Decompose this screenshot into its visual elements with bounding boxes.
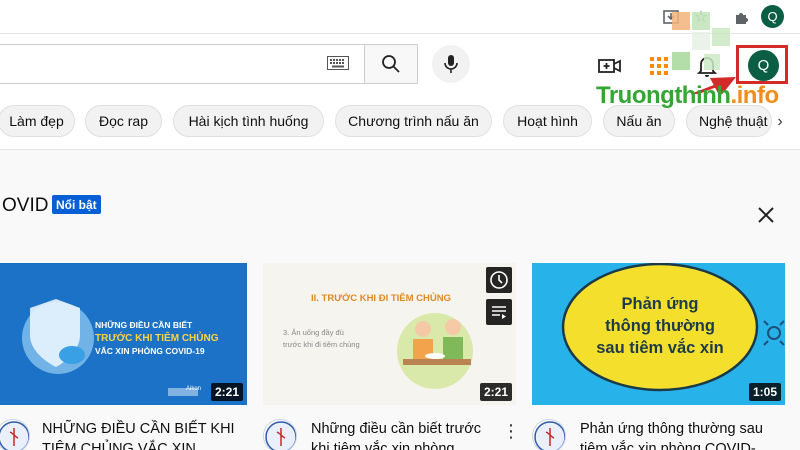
video-3-title-line1: Phản ứng thông thường sau xyxy=(580,421,763,437)
duration-badge: 2:21 xyxy=(210,383,243,401)
video-3-title-line2: tiêm vắc xin phòng COVID- xyxy=(580,441,756,450)
video-1-title-line1: NHỮNG ĐIỀU CẦN BIẾT KHI xyxy=(42,421,235,437)
close-icon[interactable] xyxy=(755,204,777,226)
keyboard-icon[interactable] xyxy=(327,56,349,70)
video-thumbnail-2[interactable]: II. TRƯỚC KHI ĐI TIÊM CHỦNG 3. Ăn uống đ… xyxy=(263,263,516,405)
channel-avatar-3[interactable] xyxy=(532,419,566,450)
thumb2-sub1: 3. Ăn uống đầy đủ xyxy=(283,328,344,337)
thumbnail-3-text: Phản ứng thông thường sau tiêm vắc xin xyxy=(572,293,748,359)
channel-avatar-2[interactable] xyxy=(263,419,297,450)
thumb2-heading: II. TRƯỚC KHI ĐI TIÊM CHỦNG xyxy=(311,293,452,304)
account-avatar[interactable]: Q xyxy=(748,50,779,81)
chip-doc-rap[interactable]: Đọc rap xyxy=(85,105,162,137)
thumb3-line1: Phản ứng xyxy=(621,295,699,313)
thumb2-sub2: trước khi đi tiêm chủng xyxy=(283,340,360,349)
video-1-title-line2: TIÊM CHỦNG VẮC XIN xyxy=(42,441,196,450)
clock-icon xyxy=(490,271,508,289)
duration-badge: 1:05 xyxy=(748,383,781,401)
watermark-part2: .info xyxy=(730,82,779,109)
thumb2-subtext: 3. Ăn uống đầy đủ trước khi đi tiêm chủn… xyxy=(283,327,360,351)
queue-icon xyxy=(492,306,506,319)
search-input[interactable] xyxy=(0,44,364,84)
watermark-part1: Truongthinh xyxy=(596,82,731,109)
chevron-right-icon[interactable]: › xyxy=(770,112,790,132)
more-options-icon[interactable]: ⋮ xyxy=(502,420,520,442)
ministry-logo-icon xyxy=(0,421,29,450)
watch-later-button[interactable] xyxy=(486,267,512,293)
featured-badge: Nổi bật xyxy=(52,195,101,214)
ministry-logo-icon xyxy=(265,421,296,450)
video-thumbnail-1[interactable]: NHỮNG ĐIỀU CẦN BIẾT TRƯỚC KHI TIÊM CHỦNG… xyxy=(0,263,247,405)
chip-chuong-trinh-nau-an[interactable]: Chương trình nấu ăn xyxy=(335,105,492,137)
thumb3-line2: thông thường xyxy=(605,317,715,335)
microphone-icon xyxy=(444,55,458,73)
watermark-text: Truongthinh.info xyxy=(596,82,779,110)
browser-profile-avatar[interactable]: Q xyxy=(761,5,784,28)
add-to-queue-button[interactable] xyxy=(486,299,512,325)
chip-hoat-hinh[interactable]: Hoạt hình xyxy=(503,105,592,137)
create-video-icon[interactable] xyxy=(598,54,622,78)
thumb1-brand: Aikon xyxy=(186,386,202,392)
channel-avatar-1[interactable] xyxy=(0,419,30,450)
voice-search-button[interactable] xyxy=(432,45,470,83)
search-button[interactable] xyxy=(364,44,418,84)
video-2-title-line2: khi tiêm vắc xin phòng xyxy=(311,441,455,450)
watermark-logo xyxy=(672,12,730,70)
screen: ☆ Q xyxy=(0,0,800,450)
chip-hai-kich[interactable]: Hài kịch tình huống xyxy=(173,105,324,137)
video-title-2[interactable]: Những điều cần biết trước khi tiêm vắc x… xyxy=(311,419,497,450)
video-thumbnail-3[interactable]: Phản ứng thông thường sau tiêm vắc xin 1… xyxy=(532,263,785,405)
search-icon xyxy=(382,55,400,73)
ministry-logo-icon xyxy=(534,421,565,450)
chip-lam-dep[interactable]: Làm đẹp xyxy=(0,105,75,137)
thumb1-line1: NHỮNG ĐIỀU CẦN BIẾT xyxy=(95,320,193,330)
video-2-title-line1: Những điều cần biết trước xyxy=(311,421,481,437)
shelf-title: OVID xyxy=(2,195,49,216)
video-title-3[interactable]: Phản ứng thông thường sau tiêm vắc xin p… xyxy=(580,419,780,450)
duration-badge: 2:21 xyxy=(479,383,512,401)
thumb3-line3: sau tiêm vắc xin xyxy=(596,339,724,357)
video-title-1[interactable]: NHỮNG ĐIỀU CẦN BIẾT KHI TIÊM CHỦNG VẮC X… xyxy=(42,419,252,450)
thumb1-line2: TRƯỚC KHI TIÊM CHỦNG xyxy=(95,333,219,344)
thumb1-line3: VẮC XIN PHÒNG COVID-19 xyxy=(95,346,205,356)
thumbnail-1-text: NHỮNG ĐIỀU CẦN BIẾT TRƯỚC KHI TIÊM CHỦNG… xyxy=(95,319,245,358)
